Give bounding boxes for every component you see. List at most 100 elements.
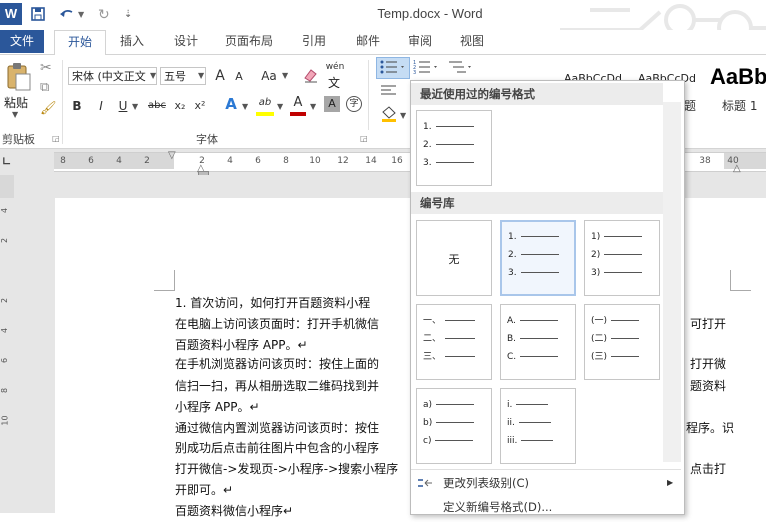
ruler-number: 8 (60, 156, 66, 166)
strikethrough-button[interactable]: abc (146, 96, 168, 116)
ruler-number: 6 (88, 156, 94, 166)
recent-format-tile[interactable]: 1. 2. 3. (416, 110, 492, 186)
tab-review[interactable]: 审阅 (400, 30, 440, 53)
change-list-level-item[interactable]: 更改列表级别(C) ▶ (411, 472, 681, 494)
bullets-button[interactable] (376, 57, 410, 79)
superscript-button[interactable]: x² (192, 96, 208, 116)
first-line-indent-icon[interactable]: ▽ (168, 150, 176, 161)
highlight-button[interactable]: ab (256, 93, 274, 113)
doc-line-fragment[interactable]: 可打开 (690, 313, 726, 335)
font-color-dropdown-icon[interactable]: ▼ (310, 102, 316, 111)
shrink-font-button[interactable]: A (232, 67, 246, 87)
tile-marker: a) (423, 400, 433, 410)
library-tile-chinese-paren[interactable]: (一) (二) (三) (584, 304, 660, 380)
style-preview-heading1[interactable]: AaBb (710, 64, 766, 90)
clipboard-launcher-icon[interactable]: ◲ (52, 134, 60, 143)
submenu-arrow-icon: ▶ (667, 478, 674, 487)
doc-line[interactable]: 打开微信->发现页->小程序->搜索小程序 (175, 458, 398, 480)
tab-insert[interactable]: 插入 (112, 30, 152, 53)
text-effects-dropdown-icon[interactable]: ▼ (242, 102, 248, 111)
style-heading1-label: 标题 1 (722, 99, 758, 113)
font-launcher-icon[interactable]: ◲ (360, 134, 368, 143)
margin-corner-mark (154, 270, 175, 291)
library-tile-lower-roman[interactable]: i. ii. iii. (500, 388, 576, 464)
doc-line[interactable]: 开即可。↵ (175, 479, 233, 501)
shading-icon[interactable] (380, 106, 400, 122)
doc-line[interactable]: 在电脑上访问该页面时：打开手机微信 (175, 313, 379, 335)
tab-design[interactable]: 设计 (166, 30, 206, 53)
font-color-button[interactable]: A (290, 93, 306, 113)
doc-line-fragment[interactable]: 点击打 (690, 458, 726, 480)
paste-icon[interactable] (6, 62, 32, 92)
tab-mailings[interactable]: 邮件 (348, 30, 388, 53)
tile-marker: ii. (507, 418, 515, 428)
align-left-icon[interactable] (380, 84, 400, 100)
highlight-dropdown-icon[interactable]: ▼ (277, 102, 283, 111)
multilevel-list-icon[interactable] (446, 58, 476, 78)
font-size-dropdown-icon[interactable]: ▼ (198, 71, 204, 80)
tab-references[interactable]: 引用 (294, 30, 334, 53)
tile-marker: 3. (508, 268, 517, 278)
doc-line[interactable]: 别成功后点击前往图片中包含的小程序 (175, 437, 379, 459)
change-case-button[interactable]: Aa (258, 66, 280, 86)
doc-line[interactable]: 信扫一扫，再从相册选取二维码找到并 (175, 375, 379, 397)
change-case-dropdown-icon[interactable]: ▼ (282, 71, 288, 80)
library-tile-none[interactable]: 无 (416, 220, 492, 296)
tile-marker: i. (507, 400, 513, 410)
doc-line[interactable]: 百题资料微信小程序↵ (175, 500, 293, 522)
doc-line[interactable]: 1. 首次访问，如何打开百题资料小程 (175, 292, 370, 314)
doc-line[interactable]: 在手机浏览器访问该页时：按住上面的 (175, 353, 379, 375)
define-new-format-item[interactable]: 定义新编号格式(D)... (411, 496, 681, 518)
grow-font-button[interactable]: A (212, 66, 228, 86)
ruler-number: 6 (255, 156, 261, 166)
tab-selector-icon[interactable]: ∟ (2, 155, 11, 168)
customize-qat-icon[interactable]: ⇣ (124, 6, 132, 24)
library-tile-paren[interactable]: 1) 2) 3) (584, 220, 660, 296)
text-effects-button[interactable]: A (222, 94, 240, 114)
ruler-number: 8 (283, 156, 289, 166)
tile-marker: b) (423, 418, 433, 428)
word-logo-icon[interactable]: W (0, 3, 22, 25)
doc-line-fragment[interactable]: 程序。识 (686, 417, 734, 439)
dropdown-scrollbar[interactable] (663, 102, 681, 462)
bold-button[interactable]: B (70, 96, 84, 116)
tab-page-layout[interactable]: 页面布局 (218, 30, 280, 53)
right-indent-icon[interactable]: △ (733, 163, 741, 174)
tab-home[interactable]: 开始 (54, 30, 106, 56)
format-painter-icon[interactable]: 🖌 (40, 101, 57, 116)
clear-format-icon[interactable] (302, 66, 320, 84)
undo-icon[interactable] (58, 6, 78, 24)
group-divider (368, 60, 369, 130)
none-label: 无 (448, 253, 460, 266)
save-icon[interactable] (30, 6, 46, 24)
cut-icon[interactable]: ✂ (40, 60, 52, 76)
tab-view[interactable]: 视图 (452, 30, 492, 53)
character-shading-button[interactable]: A (324, 96, 340, 112)
doc-line[interactable]: 小程序 APP。↵ (175, 396, 260, 418)
shading-dropdown-icon[interactable]: ▼ (400, 111, 406, 120)
margin-corner-mark (730, 270, 751, 291)
copy-icon[interactable]: ⧉ (40, 80, 49, 95)
library-tile-decimal[interactable]: 1. 2. 3. (500, 220, 576, 296)
library-tile-chinese[interactable]: 一、 二、 三、 (416, 304, 492, 380)
paste-button[interactable]: 粘贴 (4, 94, 34, 111)
italic-button[interactable]: I (94, 96, 108, 116)
enclose-characters-button[interactable]: 字 (346, 96, 362, 112)
font-name-combo[interactable]: 宋体 (中文正文 (68, 67, 157, 85)
doc-line-fragment[interactable]: 打开微 (690, 353, 726, 375)
subscript-button[interactable]: x₂ (172, 96, 188, 116)
tab-file[interactable]: 文件 (0, 30, 44, 53)
doc-line[interactable]: 通过微信内置浏览器访问该页时：按住 (175, 417, 379, 439)
undo-dropdown-icon[interactable]: ▼ (78, 6, 84, 24)
paste-dropdown-icon[interactable]: ▼ (12, 110, 18, 119)
vertical-ruler[interactable] (0, 175, 14, 513)
menu-divider (411, 469, 681, 470)
underline-button[interactable]: U (116, 96, 130, 116)
underline-dropdown-icon[interactable]: ▼ (132, 102, 138, 111)
library-tile-upper-alpha[interactable]: A. B. C. (500, 304, 576, 380)
numbering-button[interactable]: 123 (412, 58, 442, 78)
doc-line-fragment[interactable]: 题资料 (690, 375, 726, 397)
font-name-dropdown-icon[interactable]: ▼ (150, 71, 156, 80)
redo-icon[interactable]: ↻ (98, 6, 110, 24)
library-tile-lower-alpha[interactable]: a) b) c) (416, 388, 492, 464)
